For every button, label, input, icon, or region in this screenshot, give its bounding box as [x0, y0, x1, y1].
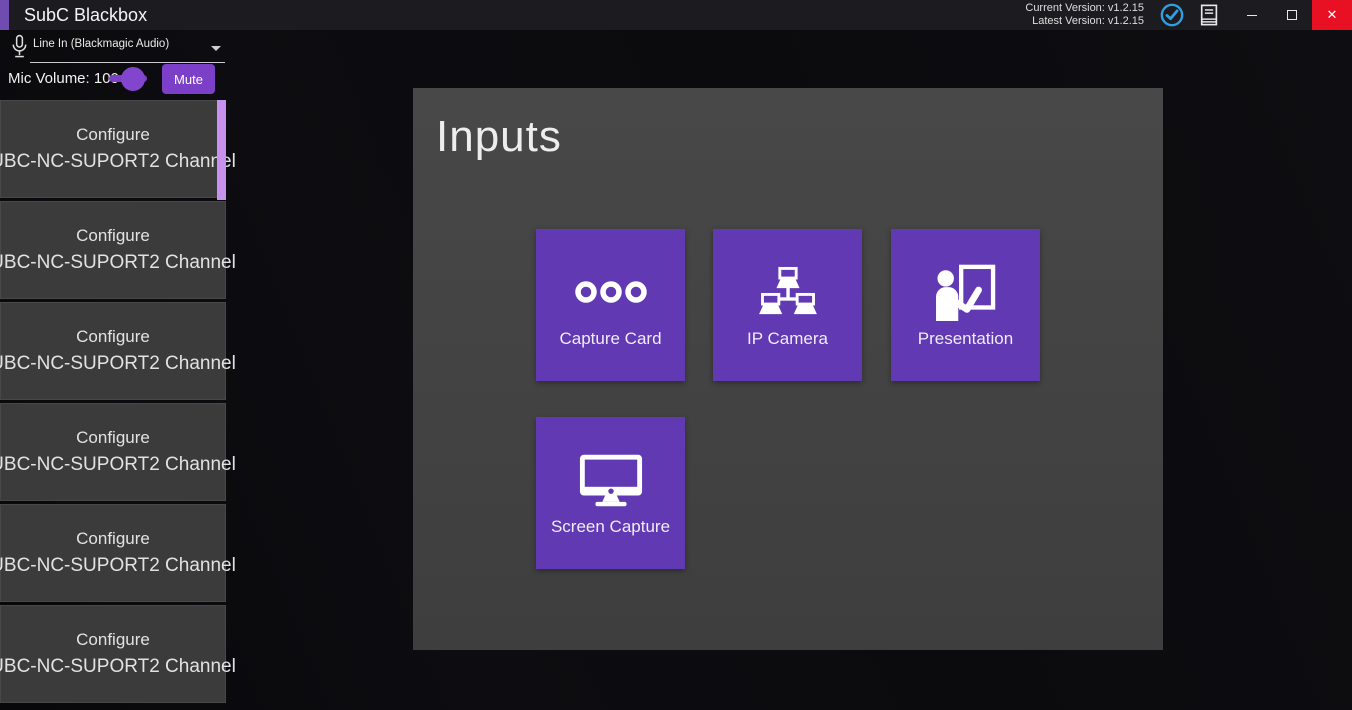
- channel-item-line1: Configure: [76, 529, 150, 549]
- maximize-button[interactable]: [1272, 0, 1312, 30]
- channel-item-line2: UBC-NC-SUPORT2 Channel: [0, 656, 236, 678]
- channel-item-line1: Configure: [76, 428, 150, 448]
- channel-item-line1: Configure: [76, 327, 150, 347]
- configure-channel-button-3[interactable]: Configure UBC-NC-SUPORT2 Channel: [0, 302, 226, 400]
- presentation-tile[interactable]: Presentation: [891, 229, 1040, 381]
- inputs-panel: Inputs Capture Card: [413, 88, 1163, 650]
- configure-channel-button-5[interactable]: Configure UBC-NC-SUPORT2 Channel: [0, 504, 226, 602]
- tile-label: Presentation: [918, 329, 1013, 349]
- channel-item-line2: UBC-NC-SUPORT2 Channel: [0, 454, 236, 476]
- current-version-label: Current Version: v1.2.15: [1025, 2, 1144, 15]
- capture-card-icon: [574, 261, 648, 323]
- configure-channel-button-1[interactable]: Configure UBC-NC-SUPORT2 Channel: [0, 100, 226, 198]
- device-select-underline: [30, 62, 225, 63]
- channel-item-line2: UBC-NC-SUPORT2 Channel: [0, 151, 236, 173]
- tile-label: Screen Capture: [551, 517, 670, 537]
- channel-item-line2: UBC-NC-SUPORT2 Channel: [0, 252, 236, 274]
- tile-label: Capture Card: [559, 329, 661, 349]
- accent-bar: [0, 0, 9, 30]
- ip-camera-icon: [757, 261, 819, 323]
- mic-volume-label: Mic Volume: 100: [8, 70, 119, 87]
- app-title: SubC Blackbox: [24, 0, 147, 30]
- ip-camera-tile[interactable]: IP Camera: [713, 229, 862, 381]
- tile-label: IP Camera: [747, 329, 828, 349]
- mic-volume-slider-knob[interactable]: [121, 67, 145, 91]
- channel-item-line2: UBC-NC-SUPORT2 Channel: [0, 555, 236, 577]
- microphone-icon: [9, 34, 30, 66]
- configure-channel-button-2[interactable]: Configure UBC-NC-SUPORT2 Channel: [0, 201, 226, 299]
- close-button[interactable]: ✕: [1312, 0, 1352, 30]
- chevron-down-icon[interactable]: [211, 46, 221, 51]
- maximize-icon: [1287, 10, 1297, 20]
- channel-item-line2: UBC-NC-SUPORT2 Channel: [0, 353, 236, 375]
- update-ok-icon: [1160, 3, 1184, 32]
- capture-card-tile[interactable]: Capture Card: [536, 229, 685, 381]
- latest-version-label: Latest Version: v1.2.15: [1025, 15, 1144, 28]
- channel-list: Configure UBC-NC-SUPORT2 Channel Configu…: [0, 100, 226, 706]
- minimize-button[interactable]: [1232, 0, 1272, 30]
- presentation-icon: [935, 261, 997, 323]
- channel-item-line1: Configure: [76, 226, 150, 246]
- screen-capture-icon: [578, 449, 644, 511]
- audio-device-select[interactable]: Line In (Blackmagic Audio): [33, 38, 169, 50]
- title-bar: SubC Blackbox Current Version: v1.2.15 L…: [0, 0, 1352, 30]
- configure-channel-button-4[interactable]: Configure UBC-NC-SUPORT2 Channel: [0, 403, 226, 501]
- channel-item-line1: Configure: [76, 630, 150, 650]
- log-icon[interactable]: [1200, 4, 1219, 31]
- screen-capture-tile[interactable]: Screen Capture: [536, 417, 685, 569]
- configure-channel-button-6[interactable]: Configure UBC-NC-SUPORT2 Channel: [0, 605, 226, 703]
- mute-button[interactable]: Mute: [162, 64, 215, 94]
- minimize-icon: [1247, 15, 1257, 16]
- close-icon: ✕: [1327, 7, 1338, 23]
- channel-item-line1: Configure: [76, 125, 150, 145]
- sidebar-scrollbar-thumb[interactable]: [217, 100, 226, 200]
- version-info: Current Version: v1.2.15 Latest Version:…: [1025, 2, 1144, 28]
- page-title: Inputs: [436, 112, 562, 162]
